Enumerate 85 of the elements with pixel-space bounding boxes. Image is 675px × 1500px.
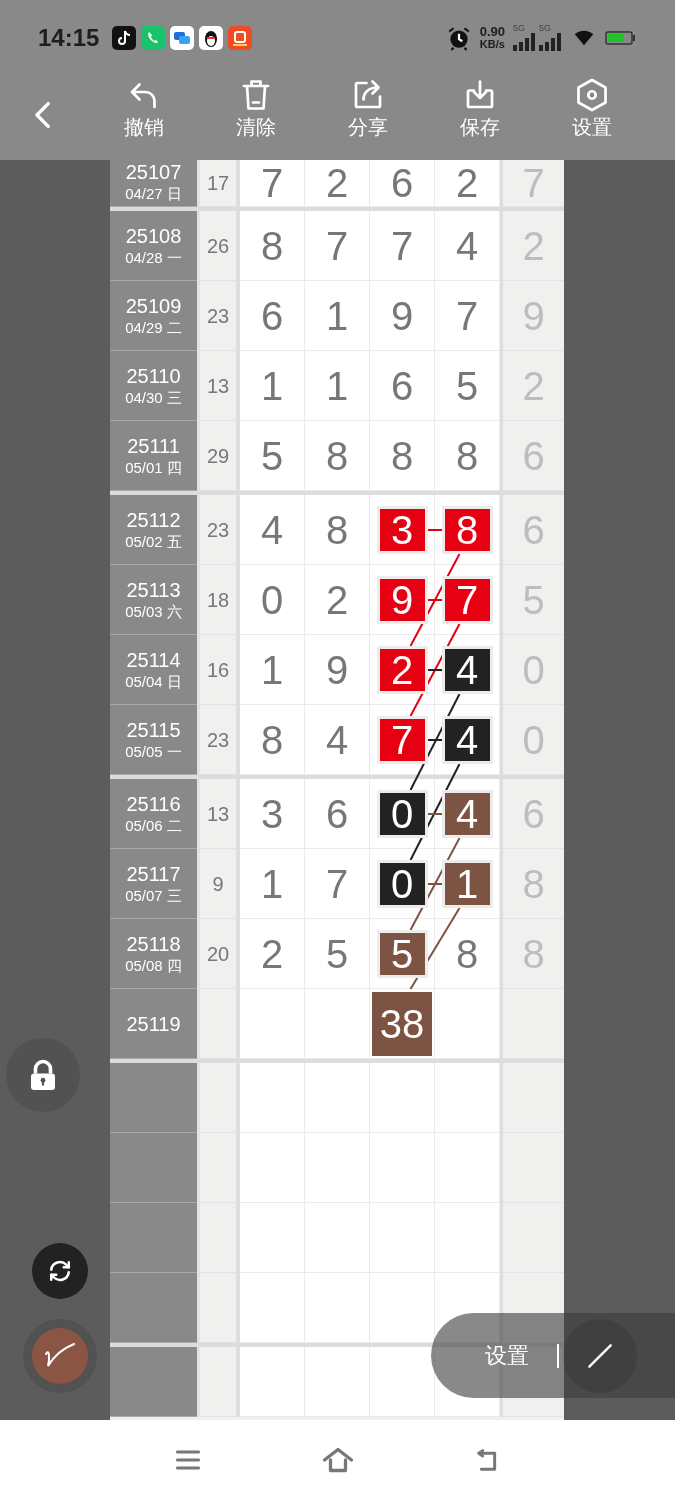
- draw-date: 04/28 一: [125, 247, 182, 268]
- table-cell: 5: [305, 919, 370, 989]
- draw-date: 05/06 二: [125, 815, 182, 836]
- table-cell: 8: [240, 705, 305, 775]
- issue-number: 25114: [126, 647, 181, 672]
- highlighted-number: 4: [444, 648, 490, 691]
- table-cell: 8: [435, 421, 500, 491]
- highlighted-number: 5: [379, 932, 425, 975]
- highlighted-number: 2: [379, 648, 425, 691]
- table-cell: 6: [240, 281, 305, 351]
- table-cell: 7: [305, 211, 370, 281]
- draw-date: 05/03 六: [125, 601, 182, 622]
- issue-number: 25107: [125, 160, 182, 184]
- highlighted-number: 7: [444, 578, 490, 621]
- table-cell: 2: [305, 565, 370, 635]
- table-cell: 1: [240, 635, 305, 705]
- draw-date: 05/04 日: [125, 671, 182, 692]
- highlighted-number: 0: [379, 862, 425, 905]
- network-speed-unit: KB/s: [479, 37, 505, 51]
- table-cell: 1: [305, 351, 370, 421]
- draw-date: 05/02 五: [125, 531, 182, 552]
- clock-time: 14:15: [38, 22, 100, 53]
- table-cell: 2: [240, 919, 305, 989]
- table-cell: 6: [305, 779, 370, 849]
- draw-date: 05/08 四: [125, 955, 182, 976]
- highlighted-number: 3: [379, 508, 425, 551]
- draw-date: 05/01 四: [125, 457, 182, 478]
- table-cell: 4: [240, 495, 305, 565]
- issue-number: 25116: [126, 791, 181, 816]
- issue-number: 25108: [125, 223, 182, 248]
- table-cell: 1: [240, 849, 305, 919]
- table-cell: 7: [370, 211, 435, 281]
- issue-number: 25110: [126, 363, 181, 388]
- table-cell: 7: [435, 281, 500, 351]
- highlighted-number: 9: [379, 578, 425, 621]
- table-cell: 2: [305, 160, 370, 207]
- issue-number: 25113: [126, 577, 181, 602]
- highlighted-number: 8: [444, 508, 490, 551]
- highlighted-number: 4: [444, 792, 490, 835]
- table-cell: 9: [305, 635, 370, 705]
- draw-date: 05/05 一: [125, 741, 182, 762]
- issue-number: 25111: [127, 433, 180, 458]
- network-type: 5G: [539, 24, 551, 33]
- table-cell: 9: [370, 281, 435, 351]
- issue-number: 25115: [126, 717, 181, 742]
- toolbar-button[interactable]: 保存: [424, 75, 536, 139]
- table-cell: 4: [435, 211, 500, 281]
- toolbar-button[interactable]: 分享: [312, 75, 424, 139]
- highlighted-number: 38: [372, 991, 432, 1056]
- table-cell: 3: [240, 779, 305, 849]
- issue-number: 25112: [126, 507, 181, 532]
- table-cell: 8: [240, 211, 305, 281]
- draw-date: 04/29 二: [125, 317, 182, 338]
- draw-date: 04/30 三: [125, 387, 182, 408]
- table-cell: 5: [240, 421, 305, 491]
- table-cell: 8: [370, 421, 435, 491]
- table-cell: 1: [305, 281, 370, 351]
- network-type: 5G: [513, 24, 525, 33]
- toolbar-button[interactable]: 清除: [200, 75, 312, 139]
- settings-button[interactable]: 设置: [485, 1339, 529, 1372]
- network-speed: 0.90: [479, 24, 505, 38]
- table-cell: 8: [305, 495, 370, 565]
- toolbar-button[interactable]: 撤销: [88, 75, 200, 139]
- table-cell: 8: [305, 421, 370, 491]
- toolbar-button[interactable]: 设置: [536, 75, 648, 139]
- table-cell: 0: [240, 565, 305, 635]
- issue-number: 25109: [125, 293, 182, 318]
- table-cell: 5: [435, 351, 500, 421]
- table-cell: 6: [370, 351, 435, 421]
- table-cell: 4: [305, 705, 370, 775]
- draw-date: 05/07 三: [125, 885, 182, 906]
- draw-date: 04/27 日: [125, 184, 182, 204]
- table-cell: 1: [240, 351, 305, 421]
- table-cell: 7: [305, 849, 370, 919]
- highlighted-number: 0: [379, 792, 425, 835]
- issue-number: 25118: [126, 931, 181, 956]
- table-cell: 6: [370, 160, 435, 207]
- issue-number: 25119: [126, 1011, 181, 1036]
- highlighted-number: 7: [379, 718, 425, 761]
- issue-number: 25117: [126, 861, 181, 886]
- highlighted-number: 4: [444, 718, 490, 761]
- table-cell: 8: [435, 919, 500, 989]
- table-cell: 2: [435, 160, 500, 207]
- highlighted-number: 1: [444, 862, 490, 905]
- table-cell: 7: [240, 160, 305, 207]
